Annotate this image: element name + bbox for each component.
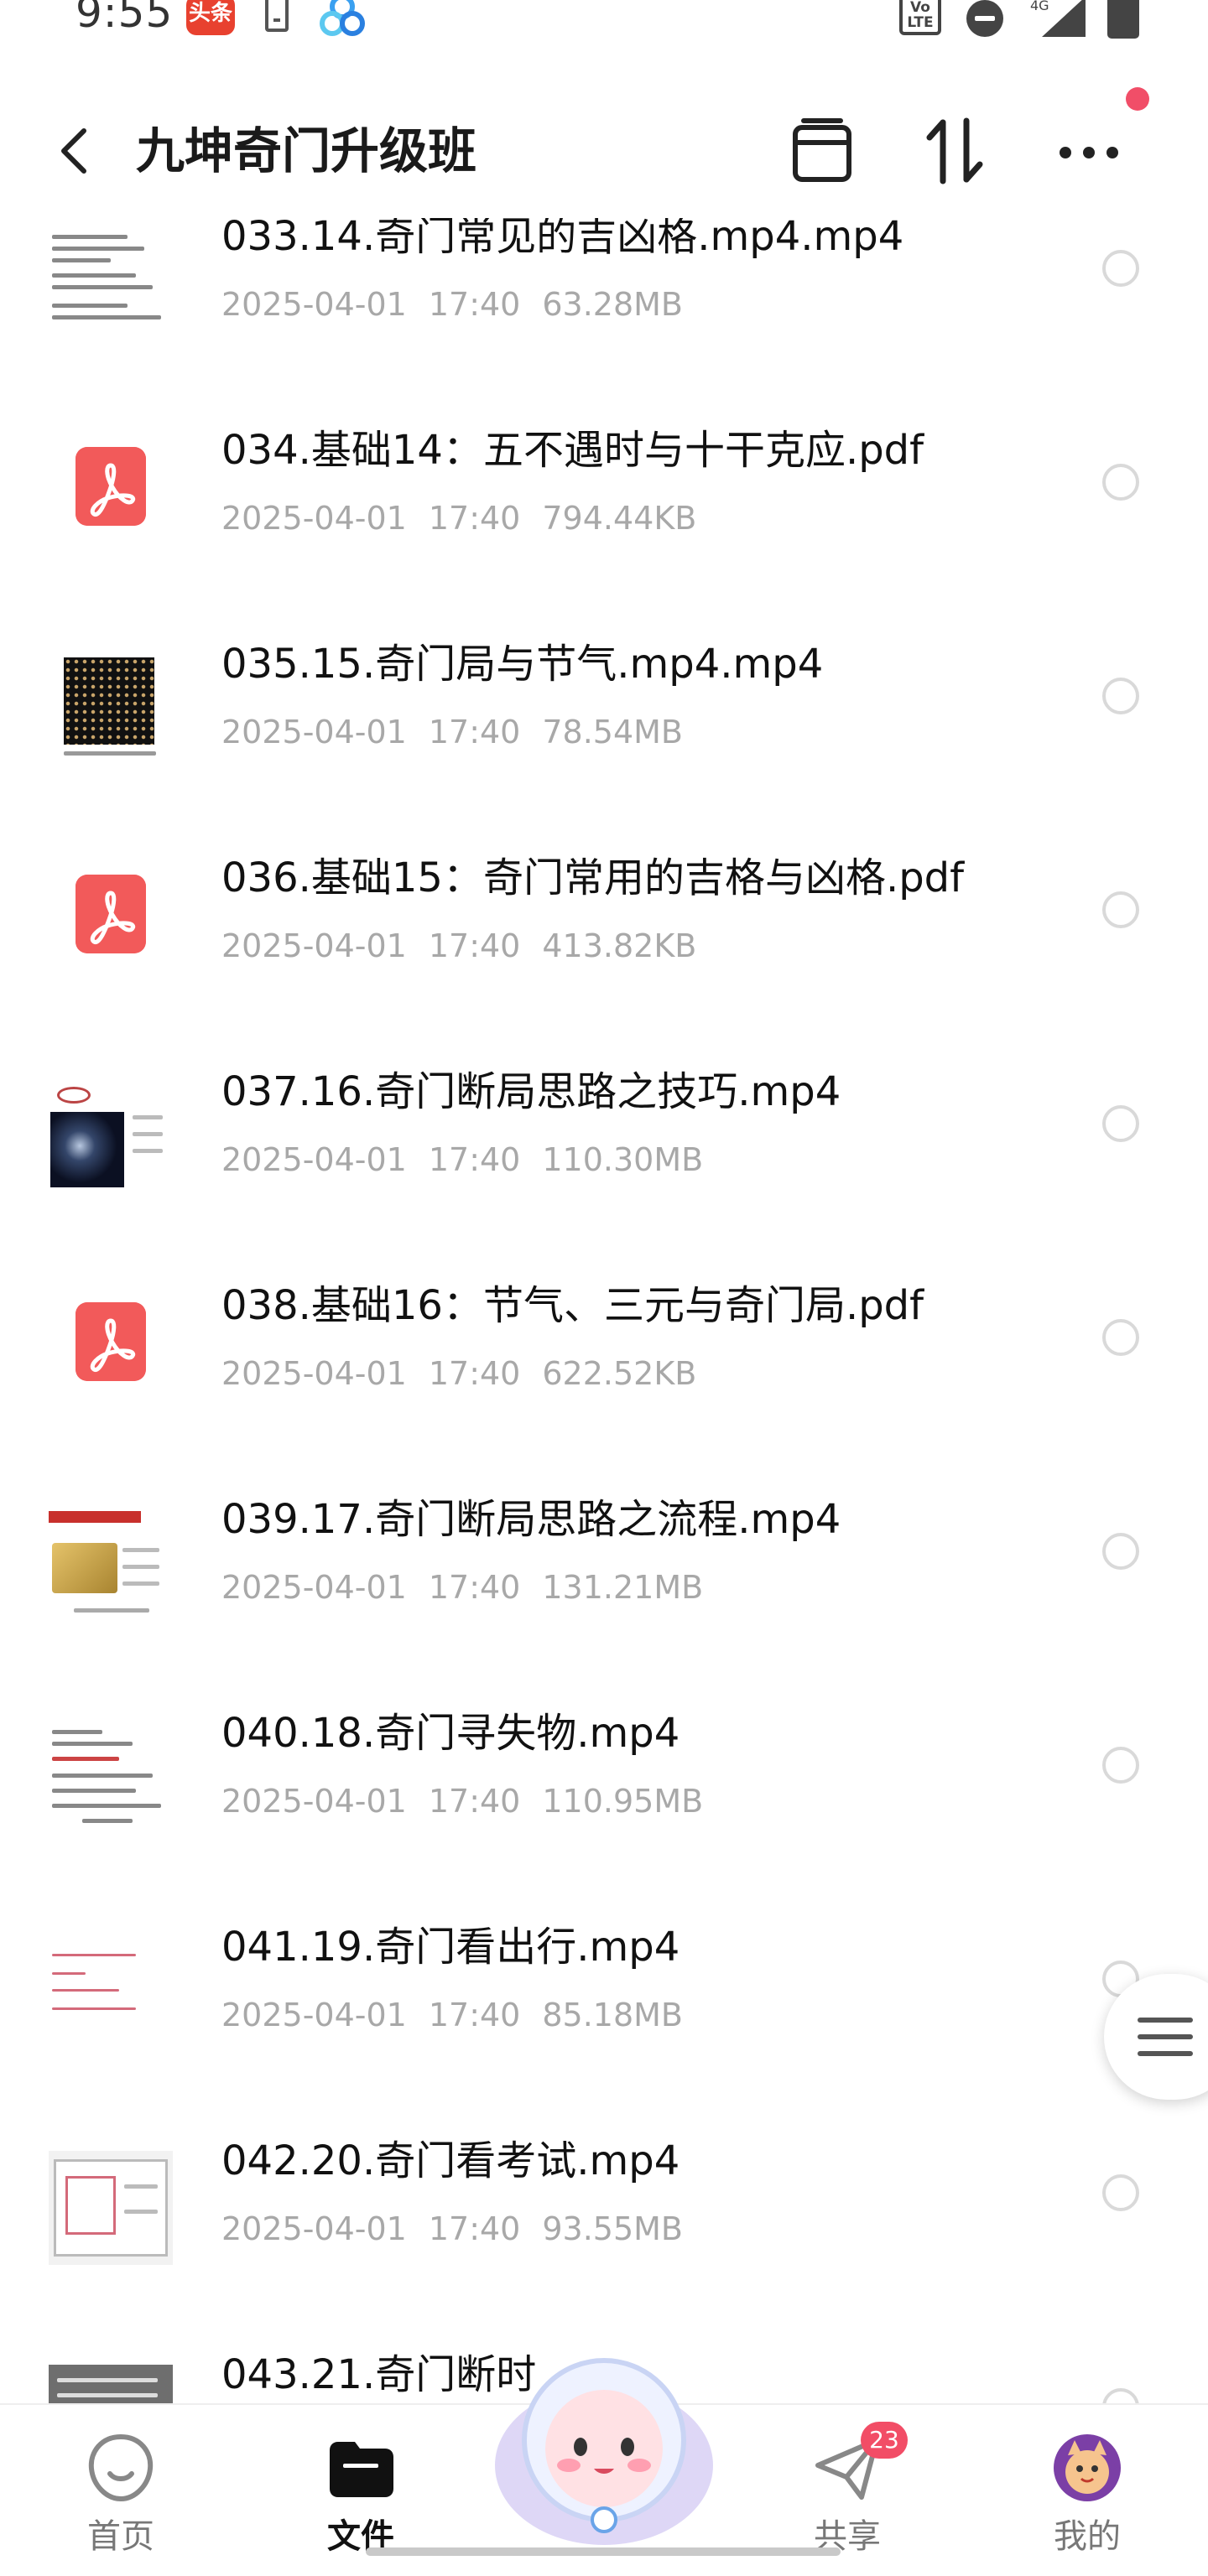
nav-files[interactable]: 文件	[277, 2405, 445, 2556]
video-thumbnail	[49, 654, 173, 768]
sort-icon[interactable]	[914, 111, 995, 191]
file-row[interactable]: 033.14.奇门常见的吉凶格.mp4.mp4 2025-04-01 17:40 6…	[0, 201, 1208, 415]
file-meta: 2025-04-01 17:40 110.30MB	[221, 1141, 704, 1178]
file-row[interactable]: 037.16.奇门断局思路之技巧.mp4 2025-04-01 17:40 110.…	[0, 1057, 1208, 1270]
file-name: 038.基础16：节气、三元与奇门局.pdf	[221, 1282, 924, 1329]
file-meta: 2025-04-01 17:40 78.54MB	[221, 714, 684, 750]
select-radio[interactable]	[1102, 1319, 1139, 1356]
nav-share[interactable]: 23 共享	[763, 2405, 931, 2556]
notification-dot	[1126, 87, 1149, 111]
select-radio[interactable]	[1102, 1747, 1139, 1784]
nav-home[interactable]: 首页	[37, 2405, 205, 2556]
file-name: 033.14.奇门常见的吉凶格.mp4.mp4	[221, 213, 904, 260]
file-name: 034.基础14：五不遇时与十干克应.pdf	[221, 427, 924, 474]
file-meta: 2025-04-01 17:40 413.82KB	[221, 927, 697, 964]
file-name: 040.18.奇门寻失物.mp4	[221, 1710, 680, 1757]
pdf-file-icon	[76, 1302, 146, 1381]
file-row[interactable]: 041.19.奇门看出行.mp4 2025-04-01 17:40 85.18MB	[0, 1912, 1208, 2126]
file-row[interactable]: 039.17.奇门断局思路之流程.mp4 2025-04-01 17:40 131.…	[0, 1484, 1208, 1698]
folder-icon	[330, 2442, 393, 2497]
assistant-mascot-icon[interactable]	[487, 2340, 721, 2558]
file-meta: 2025-04-01 17:40 622.52KB	[221, 1355, 697, 1392]
share-badge: 23	[861, 2422, 908, 2459]
select-radio[interactable]	[1102, 250, 1139, 287]
video-thumbnail	[49, 1937, 173, 2051]
select-radio[interactable]	[1102, 2174, 1139, 2211]
file-meta: 2025-04-01 17:40 93.55MB	[221, 2210, 684, 2247]
file-row[interactable]: 040.18.奇门寻失物.mp4 2025-04-01 17:40 110.95MB	[0, 1698, 1208, 1912]
file-row[interactable]: 036.基础15：奇门常用的吉格与凶格.pdf 2025-04-01 17:40 4…	[0, 843, 1208, 1057]
more-icon[interactable]	[1049, 111, 1129, 191]
file-name: 041.19.奇门看出行.mp4	[221, 1924, 680, 1971]
nav-profile[interactable]: 我的	[1003, 2405, 1171, 2556]
nav-label-profile: 我的	[1054, 2517, 1121, 2556]
video-thumbnail	[49, 1082, 173, 1196]
video-thumbnail	[49, 2151, 173, 2265]
nav-label-home: 首页	[87, 2517, 154, 2556]
pdf-file-icon	[76, 875, 146, 953]
file-meta: 2025-04-01 17:40 110.95MB	[221, 1783, 704, 1820]
profile-avatar-icon	[1054, 2434, 1121, 2501]
file-list: 033.14.奇门常见的吉凶格.mp4.mp4 2025-04-01 17:40 6…	[0, 0, 1208, 2576]
back-icon[interactable]	[50, 117, 101, 184]
file-name: 042.20.奇门看考试.mp4	[221, 2137, 680, 2184]
top-header: 九坤奇门升级班	[0, 84, 1208, 218]
file-row[interactable]: 042.20.奇门看考试.mp4 2025-04-01 17:40 93.55MB	[0, 2126, 1208, 2340]
file-name: 037.16.奇门断局思路之技巧.mp4	[221, 1068, 841, 1115]
file-meta: 2025-04-01 17:40 131.21MB	[221, 1569, 704, 1606]
pdf-file-icon	[76, 447, 146, 526]
file-row[interactable]: 034.基础14：五不遇时与十干克应.pdf 2025-04-01 17:40 79…	[0, 415, 1208, 629]
file-name: 039.17.奇门断局思路之流程.mp4	[221, 1496, 841, 1543]
select-radio[interactable]	[1102, 1533, 1139, 1570]
file-name: 036.基础15：奇门常用的吉格与凶格.pdf	[221, 854, 965, 901]
video-thumbnail	[49, 226, 173, 340]
archive-icon[interactable]	[782, 111, 862, 191]
select-radio[interactable]	[1102, 1105, 1139, 1142]
select-radio[interactable]	[1102, 678, 1139, 714]
file-meta: 2025-04-01 17:40 85.18MB	[221, 1997, 684, 2033]
video-thumbnail	[49, 1509, 173, 1623]
file-row[interactable]: 035.15.奇门局与节气.mp4.mp4 2025-04-01 17:40 78.…	[0, 629, 1208, 843]
file-name: 035.15.奇门局与节气.mp4.mp4	[221, 641, 824, 688]
video-thumbnail	[49, 1723, 173, 1837]
page-title: 九坤奇门升级班	[136, 122, 477, 179]
file-row[interactable]: 038.基础16：节气、三元与奇门局.pdf 2025-04-01 17:40 62…	[0, 1270, 1208, 1484]
file-meta: 2025-04-01 17:40 63.28MB	[221, 286, 684, 323]
select-radio[interactable]	[1102, 464, 1139, 501]
file-meta: 2025-04-01 17:40 794.44KB	[221, 500, 697, 537]
home-icon	[88, 2433, 154, 2502]
select-radio[interactable]	[1102, 891, 1139, 928]
